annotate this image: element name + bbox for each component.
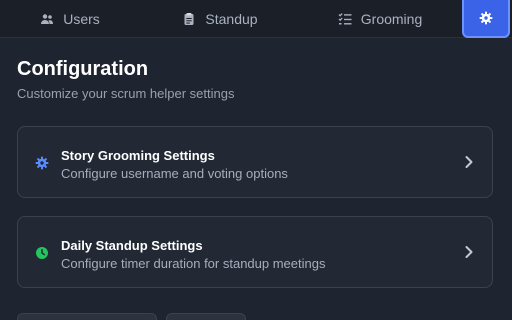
tab-settings[interactable] — [462, 0, 510, 38]
daily-standup-settings-card[interactable]: Daily Standup Settings Configure timer d… — [17, 216, 493, 288]
tab-standup-label: Standup — [205, 11, 258, 27]
clock-icon — [35, 246, 49, 260]
page-title: Configuration — [17, 58, 149, 80]
card-title: Daily Standup Settings — [61, 238, 203, 253]
chevron-right-icon — [464, 155, 474, 169]
tab-bar: Users Standup Grooming — [0, 0, 512, 38]
card-description: Configure username and voting options — [61, 166, 288, 181]
footer-button-secondary[interactable] — [166, 313, 246, 320]
users-icon — [40, 12, 54, 26]
card-description: Configure timer duration for standup mee… — [61, 256, 326, 271]
card-title: Story Grooming Settings — [61, 148, 215, 163]
tab-grooming-label: Grooming — [360, 11, 423, 27]
gear-icon — [35, 156, 49, 170]
tab-users[interactable]: Users — [20, 0, 120, 38]
tab-users-label: Users — [63, 11, 100, 27]
footer-button-primary[interactable] — [17, 313, 157, 320]
list-check-icon — [338, 12, 352, 26]
clipboard-icon — [182, 12, 196, 26]
page-subtitle: Customize your scrum helper settings — [17, 86, 235, 101]
tab-grooming[interactable]: Grooming — [325, 0, 435, 38]
tab-standup[interactable]: Standup — [165, 0, 275, 38]
story-grooming-settings-card[interactable]: Story Grooming Settings Configure userna… — [17, 126, 493, 198]
gear-icon — [479, 11, 493, 25]
chevron-right-icon — [464, 245, 474, 259]
